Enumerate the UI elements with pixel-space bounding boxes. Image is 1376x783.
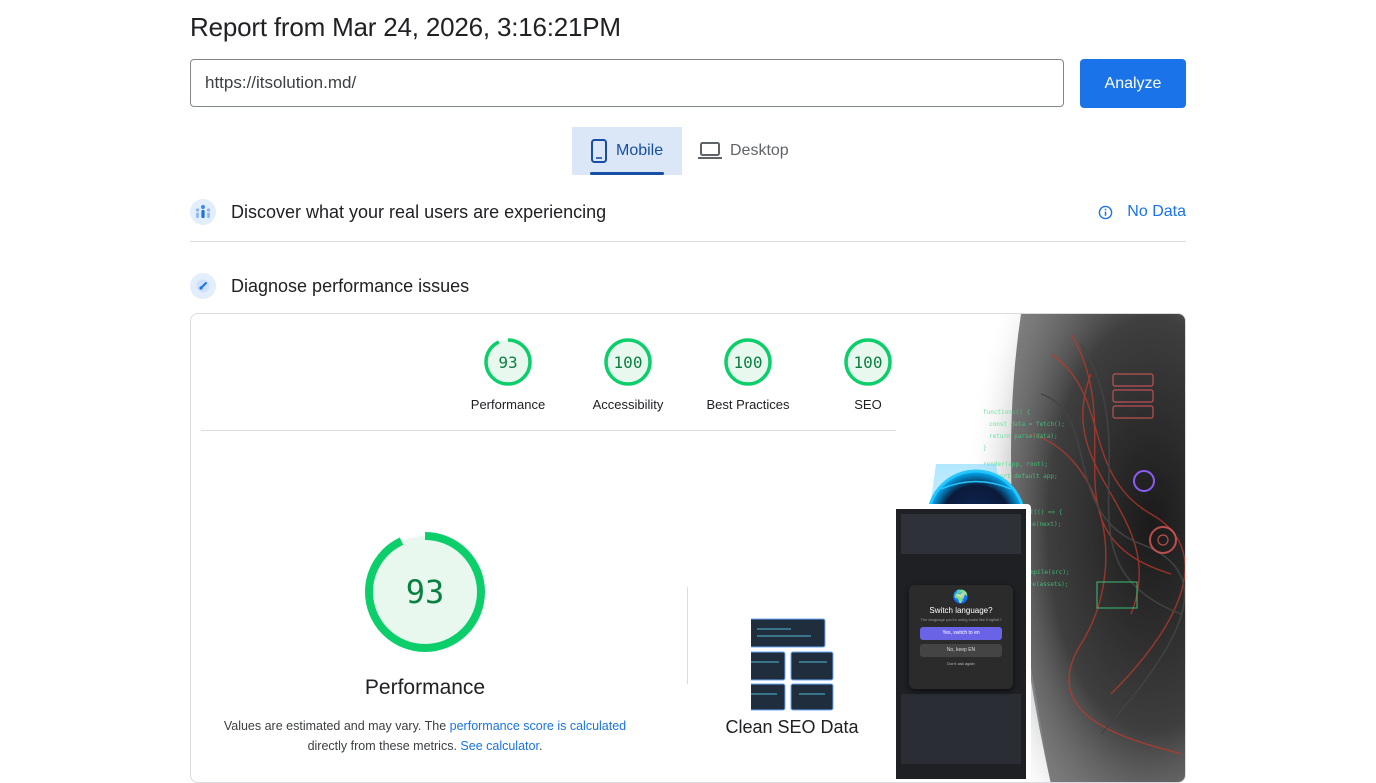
dialog-title: Switch language? (929, 606, 993, 615)
phone-icon (591, 139, 607, 163)
page-screenshot-illustration: functions() { const data = fetch(); retu… (751, 314, 1185, 782)
laptop-icon (698, 142, 722, 159)
field-data-title: Discover what your real users are experi… (231, 201, 607, 222)
score-gauge-accessibility[interactable]: 100 Accessibility (573, 337, 683, 412)
dialog-secondary-button: No, keep EN (920, 644, 1002, 657)
gauge-score: 100 (613, 352, 643, 372)
no-data-label: No Data (1127, 203, 1186, 220)
gauge-label: Accessibility (592, 397, 664, 412)
report-card: 93 Performance 100 Accessibility 100 Bes… (190, 313, 1186, 783)
analyze-button[interactable]: Analyze (1080, 59, 1186, 108)
score-calculated-link[interactable]: performance score is calculated (450, 719, 626, 733)
performance-note: Values are estimated and may vary. The p… (221, 716, 629, 756)
no-data-status[interactable]: No Data (1098, 203, 1186, 221)
tab-desktop-label: Desktop (730, 142, 789, 159)
note-text: Values are estimated and may vary. The (223, 719, 450, 733)
globe-icon: 🌍 (952, 589, 970, 604)
svg-text:return parse(data);: return parse(data); (989, 433, 1058, 440)
vertical-divider (687, 587, 688, 684)
gauge-score: 93 (498, 352, 518, 372)
performance-big-label: Performance (364, 676, 486, 699)
lab-data-section: Diagnose performance issues (190, 273, 1186, 299)
tab-desktop[interactable]: Desktop (696, 127, 806, 175)
gauge-ring: 93 (483, 337, 533, 387)
page-title: Report from Mar 24, 2026, 3:16:21PM (190, 12, 621, 42)
gauge-label: Performance (470, 397, 546, 412)
field-data-section: Discover what your real users are experi… (190, 199, 1186, 225)
see-calculator-link[interactable]: See calculator (460, 739, 539, 753)
url-input[interactable] (190, 59, 1064, 107)
gauge-ring: 100 (603, 337, 653, 387)
tab-mobile[interactable]: Mobile (572, 127, 682, 175)
dialog-checkbox: Don't ask again (947, 661, 975, 666)
tab-mobile-label: Mobile (616, 142, 664, 159)
score-gauge-performance[interactable]: 93 Performance (453, 337, 563, 412)
dialog-subtitle: The language you're using looks like Eng… (920, 617, 1002, 622)
gauge-icon (190, 273, 216, 299)
svg-text:const data = fetch();: const data = fetch(); (989, 421, 1065, 428)
note-text: . (538, 739, 543, 753)
language-dialog: 🌍 Switch language? The language you're u… (909, 585, 1013, 689)
lab-data-title: Diagnose performance issues (231, 275, 470, 296)
note-text: directly from these metrics. (307, 739, 461, 753)
svg-text:functions() {: functions() { (983, 409, 1030, 416)
performance-big-gauge: 93 (363, 530, 487, 654)
dialog-primary-button: Yes, switch to en (920, 627, 1002, 640)
users-icon (190, 199, 216, 225)
selected-tab-indicator (590, 172, 664, 175)
section-divider (190, 241, 1186, 242)
info-icon (1099, 205, 1113, 219)
svg-text:}: } (983, 445, 987, 452)
performance-big-score: 93 (405, 573, 445, 611)
clean-seo-caption: Clean SEO Data (725, 717, 859, 737)
